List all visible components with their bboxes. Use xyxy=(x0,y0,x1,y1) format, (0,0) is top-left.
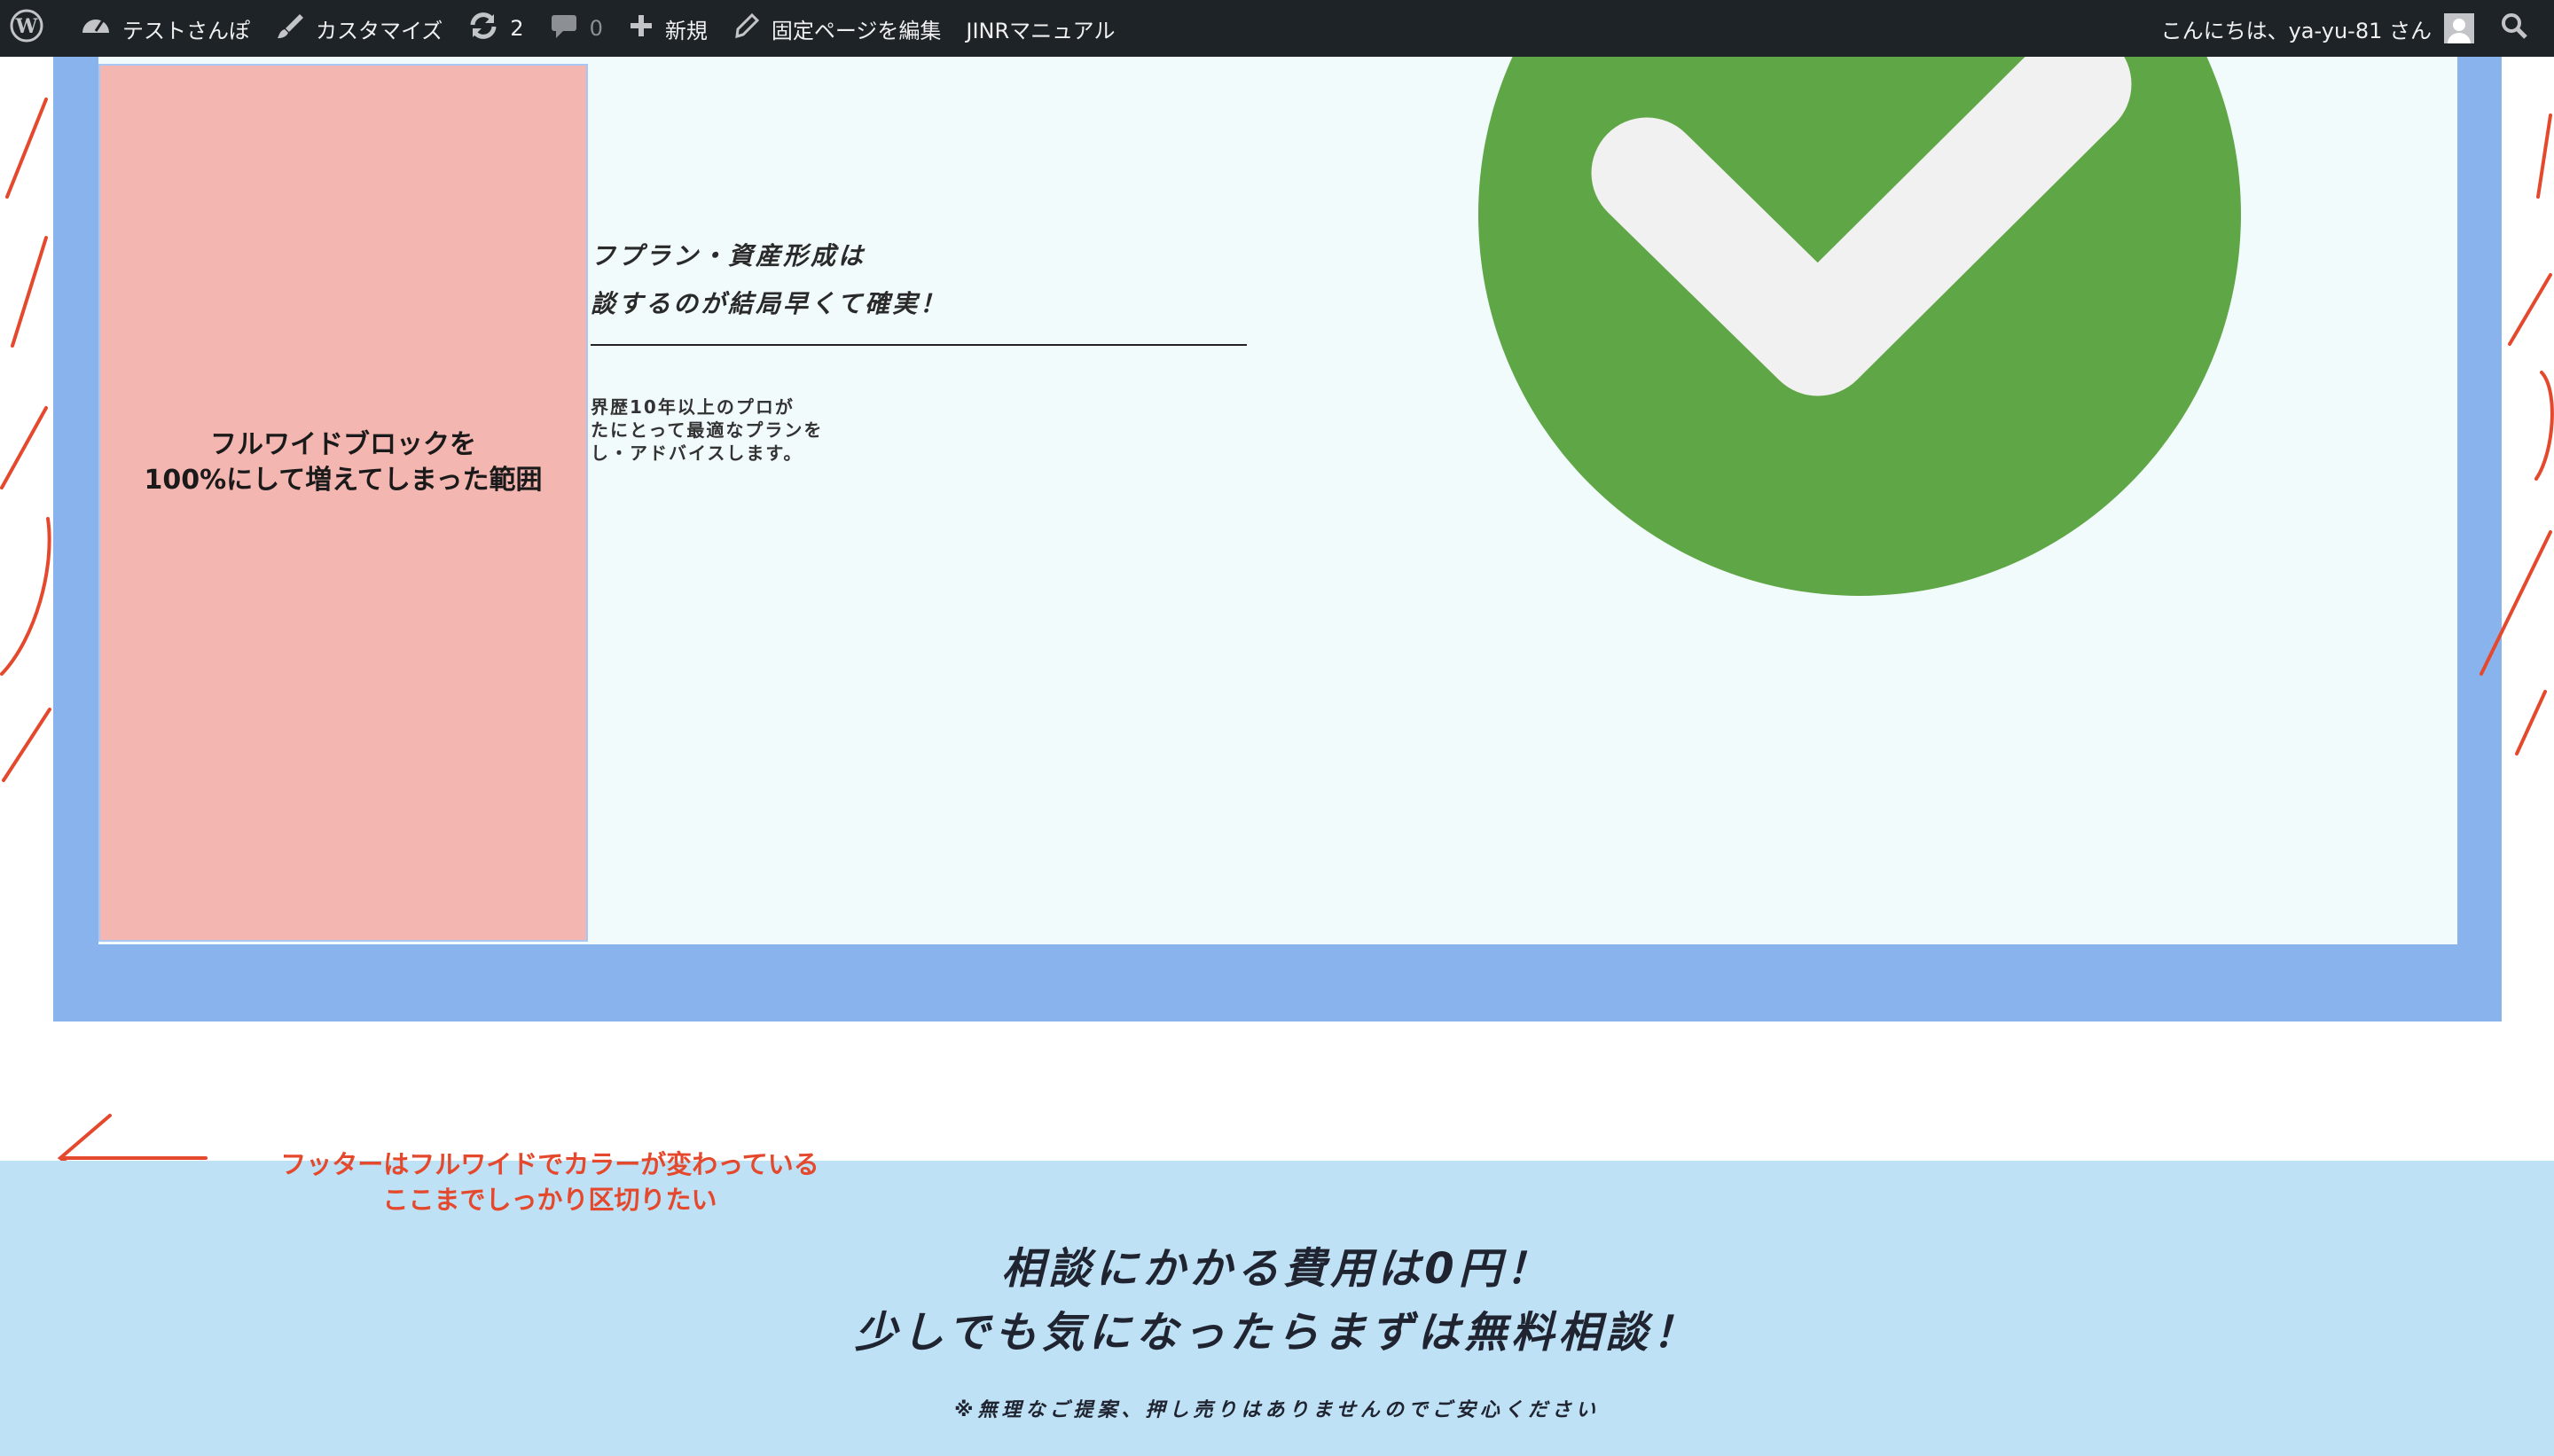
paintbrush-icon xyxy=(275,11,316,46)
checkmark-icon xyxy=(1478,57,2241,596)
admin-bar: W テストさんぽ カスタマイズ 2 0 新規 固定ページを編集 JINRマニュア… xyxy=(0,0,2554,57)
pencil-icon xyxy=(733,12,772,45)
overflow-range-label-line-2: 100%にして増えてしまった範囲 xyxy=(144,465,543,496)
site-name-label: テストさんぽ xyxy=(122,18,250,43)
updates-icon xyxy=(467,11,510,46)
edit-page-link[interactable]: 固定ページを編集 xyxy=(720,0,954,57)
manual-link[interactable]: JINRマニュアル xyxy=(953,0,1127,57)
annotation-line-1: フッターはフルワイドでカラーが変わっている xyxy=(280,1149,819,1179)
dashboard-icon xyxy=(80,12,122,45)
catch-copy: フプラン・資産形成は 談するのが結局早くて確実！ xyxy=(591,232,1247,328)
svg-text:W: W xyxy=(15,15,38,38)
comments-count: 0 xyxy=(589,16,603,41)
new-content-menu[interactable]: 新規 xyxy=(615,0,720,57)
site-name-menu[interactable]: テストさんぽ xyxy=(67,0,262,57)
content-panel: フルワイドブロックを 100%にして増えてしまった範囲 フプラン・資産形成は 談… xyxy=(98,57,2457,944)
search-button[interactable] xyxy=(2487,0,2554,57)
manual-label: JINRマニュアル xyxy=(966,18,1116,43)
avatar xyxy=(2444,13,2474,43)
catch-line-1: フプラン・資産形成は xyxy=(591,241,866,270)
description: 界歴10年以上のプロが たにとって最適なプランを し・アドバイスします。 xyxy=(591,395,823,465)
description-line-1: 界歴10年以上のプロが xyxy=(591,396,795,418)
greeting-label: こんにちは、ya-yu-81 さん xyxy=(2160,18,2432,43)
new-label: 新規 xyxy=(664,18,708,43)
cta-line-2: 少しでも気になったらまずは無料相談！ xyxy=(854,1308,1700,1358)
footer-note: ※無理なご提案、押し売りはありませんのでご安心ください xyxy=(954,1399,1600,1421)
divider xyxy=(591,344,1247,346)
edit-page-label: 固定ページを編集 xyxy=(771,18,942,43)
updates-link[interactable]: 2 xyxy=(455,0,536,57)
search-icon xyxy=(2499,11,2540,46)
overflow-range-label-line-1: フルワイドブロックを xyxy=(210,429,476,460)
wordpress-logo-icon: W xyxy=(9,8,55,49)
overflow-range-box: フルワイドブロックを 100%にして増えてしまった範囲 xyxy=(98,64,588,942)
annotation-note: フッターはフルワイドでカラーが変わっている ここまでしっかり区切りたい xyxy=(231,1147,869,1217)
catch-line-2: 談するのが結局早くて確実！ xyxy=(591,289,948,318)
plus-icon xyxy=(628,12,665,44)
updates-count: 2 xyxy=(510,16,524,41)
description-line-2: たにとって最適なプランを xyxy=(591,419,824,441)
customize-label: カスタマイズ xyxy=(316,18,443,43)
my-account-menu[interactable]: こんにちは、ya-yu-81 さん xyxy=(2149,0,2487,57)
comments-link[interactable]: 0 xyxy=(537,0,615,57)
fullwide-section: フルワイドブロックを 100%にして増えてしまった範囲 フプラン・資産形成は 談… xyxy=(53,57,2502,1022)
comment-bubble-icon xyxy=(549,12,590,45)
customize-link[interactable]: カスタマイズ xyxy=(262,0,455,57)
annotation-line-2: ここまでしっかり区切りたい xyxy=(382,1185,717,1215)
description-line-3: し・アドバイスします。 xyxy=(591,442,803,464)
cta-line-1: 相談にかかる費用は0円！ xyxy=(1001,1244,1553,1294)
wp-logo-menu[interactable]: W xyxy=(0,0,67,57)
footer-cta: 相談にかかる費用は0円！ 少しでも気になったらまずは無料相談！ xyxy=(0,1237,2554,1365)
